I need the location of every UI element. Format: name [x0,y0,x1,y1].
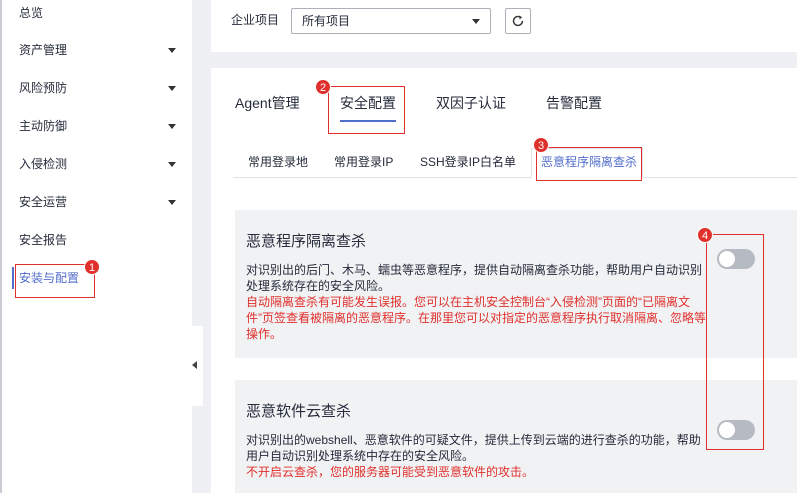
subtab-common-login-ip[interactable]: 常用登录IP [334,154,393,170]
annotation-badge-2: 2 [315,79,331,95]
subtab-ssh-ip-whitelist[interactable]: SSH登录IP白名单 [420,154,516,170]
chevron-down-icon [168,86,176,91]
chevron-down-icon [168,162,176,167]
section-description: 对识别出的webshell、恶意软件的可疑文件，提供上传到云端的进行查杀的功能，… [246,433,701,463]
sidebar-item-asset-management[interactable]: 资产管理 [19,39,182,61]
sidebar-item-active-defense[interactable]: 主动防御 [19,115,182,137]
tab-alarm-config[interactable]: 告警配置 [546,94,602,112]
annotation-badge-4: 4 [697,227,713,243]
annotation-badge-3: 3 [533,137,549,153]
chevron-down-icon [168,48,176,53]
caret-down-icon [472,19,480,24]
annotation-box-3 [536,147,642,181]
chevron-down-icon [168,200,176,205]
annotation-box-2 [328,86,405,134]
tab-two-factor-auth[interactable]: 双因子认证 [436,94,506,112]
section-title: 恶意软件云查杀 [246,403,352,420]
project-label: 企业项目 [231,13,280,27]
chevron-left-icon [192,361,197,369]
project-filter-bar: 企业项目 所有项目 [211,0,797,52]
sidebar-item-security-report[interactable]: 安全报告 [19,229,182,251]
tab-agent-management[interactable]: Agent管理 [235,94,300,112]
section-warning: 不开启云查杀，您的服务器可能受到恶意软件的攻击。 [246,465,535,479]
sidebar-item-risk-prevention[interactable]: 风险预防 [19,77,182,99]
sidebar-active-indicator [12,267,14,289]
project-select[interactable]: 所有项目 [291,8,491,34]
refresh-button[interactable] [505,8,531,34]
sidebar-collapse-button[interactable] [185,326,203,406]
refresh-icon [512,15,524,27]
sidebar: 总览 资产管理 风险预防 主动防御 入侵检测 安全运营 安全报告 安装与配置 [2,0,192,493]
subtab-common-login-location[interactable]: 常用登录地 [248,154,308,170]
sidebar-item-intrusion-detection[interactable]: 入侵检测 [19,153,182,175]
chevron-down-icon [168,124,176,129]
sidebar-item-overview[interactable]: 总览 [19,2,182,24]
section-title: 恶意程序隔离查杀 [246,233,367,250]
section-warning: 自动隔离查杀有可能发生误报。您可以在主机安全控制台“入侵检测”页面的“已隔离文件… [246,295,706,341]
section-description: 对识别出的后门、木马、蠕虫等恶意程序，提供自动隔离查杀功能，帮助用户自动识别处理… [246,263,703,293]
sidebar-item-security-operations[interactable]: 安全运营 [19,191,182,213]
project-select-value: 所有项目 [302,14,351,28]
annotation-box-4 [706,234,764,450]
annotation-box-1 [15,264,95,298]
annotation-badge-1: 1 [84,259,100,275]
subtab-divider [233,177,797,178]
